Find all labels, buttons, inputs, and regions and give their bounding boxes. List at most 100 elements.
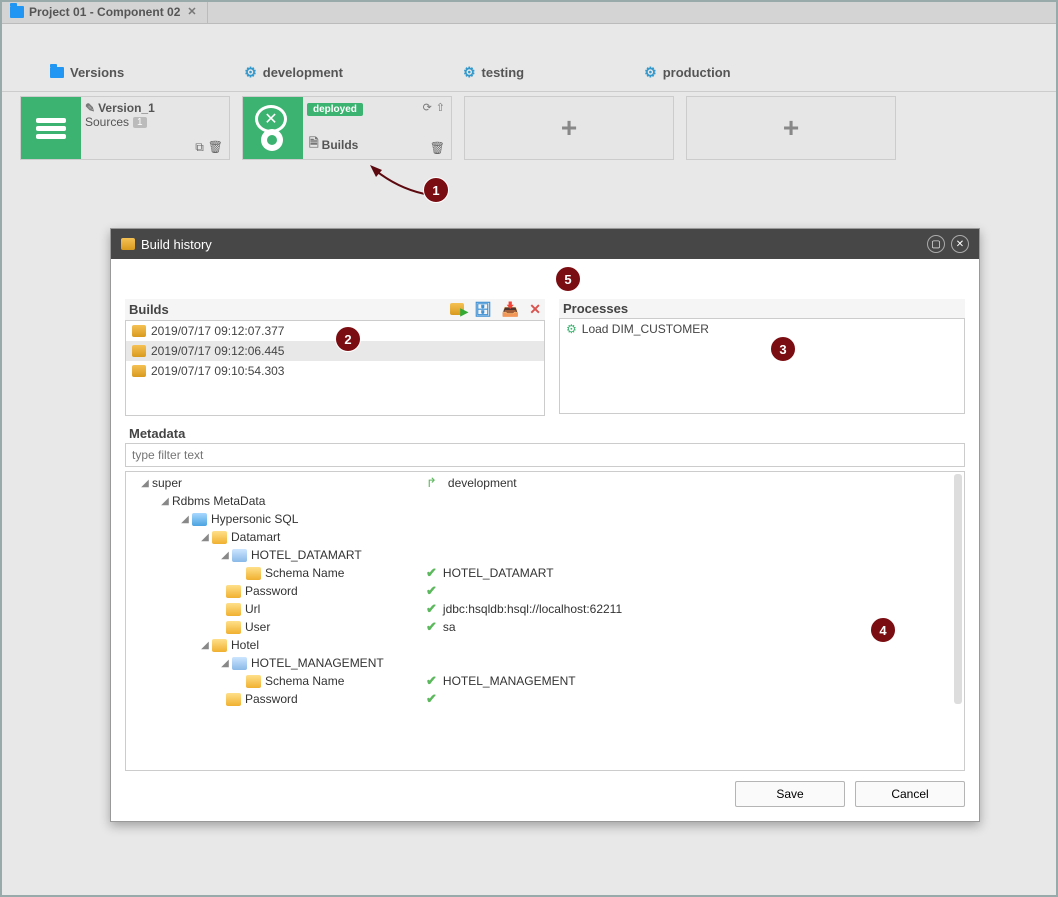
collapse-icon[interactable]: ◢ (158, 496, 172, 507)
collapse-icon[interactable]: ◢ (138, 478, 152, 489)
tree-node[interactable]: User (245, 620, 270, 634)
builds-label: Builds (322, 138, 359, 152)
tree-node[interactable]: Url (245, 602, 260, 616)
builds-header: Builds ▶ 🗄 📥 ✕ (125, 299, 545, 320)
dialog-titlebar: Build history ▢ ✕ (111, 229, 979, 259)
collapse-icon[interactable]: ◢ (218, 658, 232, 669)
trash-icon[interactable]: 🗑 (430, 141, 445, 155)
database-refresh-icon[interactable]: 🗄 (474, 301, 492, 318)
metadata-header: Metadata (125, 416, 965, 443)
copy-icon[interactable]: ⧉ (195, 140, 204, 155)
plus-icon: + (561, 112, 577, 144)
check-icon: ✔ (426, 583, 437, 599)
field-icon (246, 675, 261, 688)
env-versions[interactable]: Versions (50, 64, 124, 81)
tree-node[interactable]: Password (245, 584, 298, 598)
minimize-icon[interactable]: ▢ (927, 235, 945, 253)
metadata-tree[interactable]: ◢super ↱development ◢Rdbms MetaData ◢Hyp… (125, 471, 965, 771)
delete-icon[interactable]: ✕ (529, 301, 541, 318)
tree-node[interactable]: Hypersonic SQL (211, 512, 298, 526)
env-production[interactable]: ⚙ production (644, 64, 730, 81)
schema-icon (212, 531, 227, 544)
package-icon (132, 365, 146, 377)
tree-node[interactable]: super (152, 476, 182, 490)
add-card-testing[interactable]: + (464, 96, 674, 160)
snowflake-icon: ⚙ (463, 64, 476, 81)
collapse-icon[interactable]: ◢ (178, 514, 192, 525)
env-label: development (263, 65, 343, 80)
snowflake-icon: ⚙ (244, 64, 257, 81)
check-icon: ✔ (426, 691, 437, 707)
callout-bubble-2: 2 (335, 326, 361, 352)
build-card[interactable]: ✕ deployed ⟳ ⇧ 🗎 Builds 🗑 (242, 96, 452, 160)
field-icon (246, 567, 261, 580)
package-icon (121, 238, 135, 250)
tools-icon: ✕ (255, 101, 291, 155)
save-button[interactable]: Save (735, 781, 845, 807)
import-icon[interactable]: 📥 (502, 301, 519, 318)
add-card-production[interactable]: + (686, 96, 896, 160)
env-testing[interactable]: ⚙ testing (463, 64, 524, 81)
tree-node[interactable]: Schema Name (265, 674, 344, 688)
field-icon (226, 621, 241, 634)
project-tab[interactable]: Project 01 - Component 02 ✕ (0, 0, 208, 23)
build-history-dialog: Build history ▢ ✕ Builds ▶ 🗄 📥 ✕ 2019/ (110, 228, 980, 822)
tab-bar: Project 01 - Component 02 ✕ (0, 0, 1058, 24)
folder-icon (10, 6, 24, 18)
cards-row: ✎ Version_1 Sources 1 ⧉ 🗑 ✕ deployed ⟳ (0, 92, 1058, 164)
env-label: Versions (70, 65, 124, 80)
snowflake-icon: ⚙ (644, 64, 657, 81)
callout-bubble-5: 5 (555, 266, 581, 292)
plus-icon: + (783, 112, 799, 144)
dialog-title-text: Build history (141, 237, 212, 252)
environment-bar: Versions ⚙ development ⚙ testing ⚙ produ… (0, 64, 1058, 92)
tree-node[interactable]: Password (245, 692, 298, 706)
tree-node[interactable]: Rdbms MetaData (172, 494, 265, 508)
callout-bubble-3: 3 (770, 336, 796, 362)
check-icon: ✔ (426, 601, 437, 617)
env-development[interactable]: ⚙ development (244, 64, 343, 81)
sources-label: Sources (85, 115, 129, 129)
field-icon (226, 585, 241, 598)
branch-icon: ↱ (426, 475, 437, 491)
tree-node[interactable]: Hotel (231, 638, 259, 652)
package-icon (132, 345, 146, 357)
tab-title: Project 01 - Component 02 (29, 5, 180, 19)
upload-icon[interactable]: ⇧ (436, 101, 445, 114)
table-icon (232, 657, 247, 670)
check-icon: ✔ (426, 619, 437, 635)
cancel-button[interactable]: Cancel (855, 781, 965, 807)
scrollbar[interactable] (954, 474, 962, 704)
env-label: production (663, 65, 731, 80)
database-icon (36, 118, 66, 139)
sources-count: 1 (133, 117, 147, 128)
list-item[interactable]: 2019/07/17 09:10:54.303 (126, 361, 544, 381)
trash-icon[interactable]: 🗑 (208, 140, 223, 155)
collapse-icon[interactable]: ◢ (198, 532, 212, 543)
callout-bubble-4: 4 (870, 617, 896, 643)
collapse-icon[interactable]: ◢ (218, 550, 232, 561)
close-icon[interactable]: ✕ (951, 235, 969, 253)
refresh-icon[interactable]: ⟳ (423, 101, 432, 114)
tree-node[interactable]: HOTEL_MANAGEMENT (251, 656, 384, 670)
db-icon (192, 513, 207, 526)
folder-icon (50, 67, 64, 78)
tree-node[interactable]: HOTEL_DATAMART (251, 548, 362, 562)
process-icon: ⚙ (566, 322, 577, 336)
tree-node[interactable]: Schema Name (265, 566, 344, 580)
schema-icon (212, 639, 227, 652)
package-icon[interactable]: ▶ (450, 302, 464, 318)
table-icon (232, 549, 247, 562)
env-label: testing (482, 65, 525, 80)
processes-list: ⚙ Load DIM_CUSTOMER (559, 318, 965, 414)
version-card[interactable]: ✎ Version_1 Sources 1 ⧉ 🗑 (20, 96, 230, 160)
deployed-badge: deployed (307, 103, 363, 116)
collapse-icon[interactable]: ◢ (198, 640, 212, 651)
processes-header: Processes (559, 299, 965, 318)
package-icon (132, 325, 146, 337)
filter-input[interactable] (125, 443, 965, 467)
tree-node[interactable]: Datamart (231, 530, 280, 544)
list-item[interactable]: ⚙ Load DIM_CUSTOMER (560, 319, 964, 339)
close-icon[interactable]: ✕ (187, 5, 196, 18)
field-icon (226, 603, 241, 616)
